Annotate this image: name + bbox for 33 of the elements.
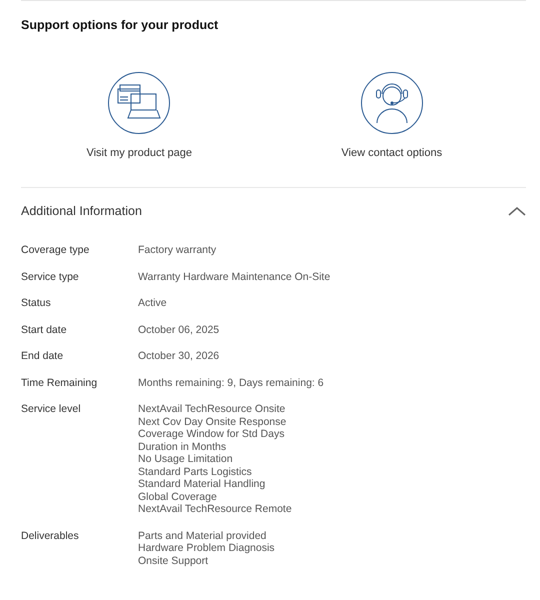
field-value: Coverage Window for Std Days [138, 428, 286, 440]
section-heading: Support options for your product [21, 17, 220, 34]
field-value: Standard Parts Logistics [138, 466, 253, 478]
field-value: Global Coverage [138, 490, 218, 503]
field-value: Warranty Hardware Maintenance On-Site [138, 270, 330, 283]
field-label: Time Remaining [21, 376, 98, 389]
field-label: Service type [21, 270, 80, 283]
field-label: End date [21, 350, 64, 362]
printer-laptop-icon [107, 70, 172, 135]
option-link[interactable]: Visit my product page [86, 144, 192, 162]
field-value: Months remaining: 9, Days remaining: 6 [138, 376, 324, 389]
field-value: Parts and Material provided [138, 530, 268, 542]
section-title: Additional Information [21, 203, 142, 220]
field-label: Deliverables [21, 530, 80, 544]
field-value: NextAvail TechResource Remote [138, 503, 292, 516]
field-value: October 06, 2025 [138, 324, 220, 336]
field-label: Coverage type [21, 244, 90, 256]
field-value: Factory warranty [138, 244, 216, 256]
headset-person-icon [360, 70, 424, 135]
field-label: Status [21, 297, 52, 310]
field-value: No Usage Limitation [138, 453, 234, 466]
field-value: Standard Material Handling [138, 478, 266, 490]
field-value: NextAvail TechResource Onsite [138, 403, 286, 416]
field-value: Duration in Months [138, 440, 228, 453]
field-value: October 30, 2026 [138, 350, 220, 362]
field-value: Hardware Problem Diagnosis [138, 542, 275, 554]
field-value: Active [138, 297, 167, 310]
field-value: Next Cov Day Onsite Response [138, 416, 288, 428]
field-label: Service level [21, 403, 82, 417]
field-label: Start date [21, 324, 68, 336]
option-link[interactable]: View contact options [341, 144, 442, 162]
chevron-icon[interactable] [508, 206, 526, 218]
field-value: Onsite Support [138, 554, 210, 567]
